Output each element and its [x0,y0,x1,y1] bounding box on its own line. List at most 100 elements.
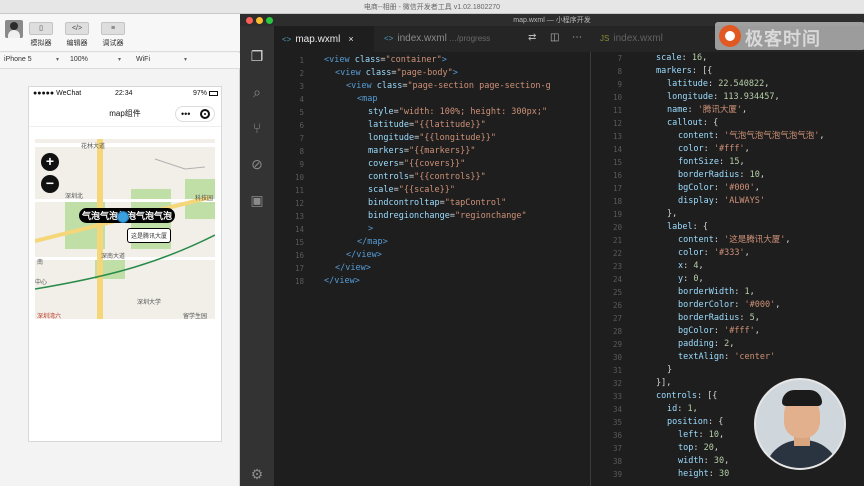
code-line[interactable]: controls="{{controls}}" [368,171,486,184]
debug-icon[interactable]: ⊘ [249,156,265,172]
line-number: 13 [612,132,622,141]
code-line[interactable]: textAlign: 'center' [678,351,775,364]
code-line[interactable]: <view class="page-section page-section-g [346,80,551,93]
battery-level: 97% [192,90,207,97]
code-line[interactable]: top: 20, [678,442,719,455]
files-icon[interactable]: ❐ [249,48,265,64]
code-line[interactable]: name: '腾讯大厦', [667,104,747,117]
zoom-in-button[interactable]: + [41,153,59,171]
code-line[interactable]: color: '#333', [678,247,750,260]
line-number: 11 [612,106,622,115]
map-place: 深圳大学 [137,300,162,306]
code-line[interactable]: }], [656,377,671,390]
code-line[interactable]: latitude: 22.540822, [667,78,769,91]
more-icon[interactable]: ⋯ [572,32,582,43]
code-line[interactable]: </map> [357,236,388,249]
code-line[interactable]: bgColor: '#fff', [678,325,760,338]
gear-icon[interactable]: ⚙ [249,466,265,482]
code-line[interactable]: longitude="{{longitude}}" [368,132,496,145]
code-line[interactable]: padding: 2, [678,338,734,351]
source-control-icon[interactable]: ⑂ [249,120,265,136]
code-line[interactable]: > [368,223,373,236]
code-line[interactable]: borderRadius: 10, [678,169,765,182]
code-line[interactable]: content: '这是腾讯大厦', [678,234,790,247]
code-line[interactable]: </view> [324,275,360,288]
line-number: 20 [612,223,622,232]
close-icon[interactable] [200,109,210,119]
tab-index-wxml[interactable]: <> index.wxml …/progress [376,26,526,52]
code-line[interactable]: </view> [346,249,382,262]
code-line[interactable]: <view class="container"> [324,54,447,67]
code-line[interactable]: scale: 16, [656,52,707,65]
network-select[interactable]: WiFi ▾ [136,56,187,63]
avatar[interactable] [5,20,23,38]
map-place: 花林大道 [81,144,106,150]
code-line[interactable]: height: 30 [678,468,729,481]
debugger-button[interactable]: ≡ 调试器 [98,22,128,48]
code-line[interactable]: content: '气泡气泡气泡气泡气泡', [678,130,824,143]
code-line[interactable]: position: { [667,416,723,429]
code-line[interactable]: markers="{{markers}}" [368,145,475,158]
code-line[interactable]: <view class="page-body"> [335,67,458,80]
more-icon[interactable]: ••• [181,109,190,119]
code-line[interactable]: x: 4, [678,260,704,273]
code-line[interactable]: covers="{{covers}}" [368,158,465,171]
code-line[interactable]: borderWidth: 1, [678,286,755,299]
code-line[interactable]: scale="{{scale}}" [368,184,455,197]
line-number: 9 [617,80,622,89]
line-number: 33 [612,392,622,401]
tab-path: …/progress [448,34,491,43]
code-line[interactable]: borderRadius: 5, [678,312,760,325]
line-number: 21 [612,236,622,245]
zoom-select-value: 100% [70,56,88,63]
search-icon[interactable]: ⌕ [249,84,265,100]
split-editor-icon[interactable]: ◫ [550,32,559,43]
code-line[interactable]: fontSize: 15, [678,156,745,169]
code-line[interactable]: width: 30, [678,455,729,468]
map-place: 科技园 [195,196,214,202]
simulator-button[interactable]: ▯ 模拟器 [26,22,56,48]
marker-label[interactable]: 这是腾讯大厦 [127,228,172,243]
extensions-icon[interactable]: ▣ [249,192,265,208]
code-line[interactable]: markers: [{ [656,65,712,78]
code-line[interactable]: borderColor: '#000', [678,299,780,312]
code-line[interactable]: label: { [667,221,708,234]
line-number: 12 [294,199,304,208]
map-view[interactable]: 花林大道 深圳北 深南大道 中心 深圳大学 深圳湾六 留学生园 科技园 南 + … [35,139,215,319]
map-marker-icon[interactable] [117,211,129,223]
code-line[interactable]: bindcontroltap="tapControl" [368,197,506,210]
editor-button[interactable]: </> 编辑器 [62,22,92,48]
zoom-out-button[interactable]: − [41,175,59,193]
line-number: 30 [612,353,622,362]
code-line[interactable]: longitude: 113.934457, [667,91,780,104]
line-number: 8 [617,67,622,76]
code-line[interactable]: latitude="{{latitude}}" [368,119,486,132]
compare-icon[interactable]: ⇄ [528,32,536,43]
line-number: 29 [612,340,622,349]
code-line[interactable]: y: 0, [678,273,704,286]
zoom-select[interactable]: 100% ▾ [70,56,121,63]
nav-title: map组件 [109,109,141,118]
code-line[interactable]: display: 'ALWAYS' [678,195,765,208]
code-line[interactable]: id: 1, [667,403,698,416]
code-line[interactable]: bindregionchange="regionchange" [368,210,527,223]
screen: 电商--相册 - 微信开发者工具 v1.02.1802270 ▯ 模拟器 </>… [0,0,864,486]
code-line[interactable]: controls: [{ [656,390,717,403]
device-select[interactable]: iPhone 5 ▾ [4,56,59,63]
tab-index-js[interactable]: JS index.wxml [592,26,712,52]
code-line[interactable]: style="width: 100%; height: 300px;" [368,106,547,119]
close-icon[interactable]: × [348,34,353,44]
miniprogram-capsule[interactable]: ••• [175,106,215,122]
code-line[interactable]: <map [357,93,377,106]
code-line[interactable]: callout: { [667,117,718,130]
code-line[interactable]: } [667,364,672,377]
code-line[interactable]: }, [667,208,677,221]
code-line[interactable]: left: 10, [678,429,724,442]
tab-map-wxml[interactable]: <> map.wxml × [274,26,374,52]
code-line[interactable]: bgColor: '#000', [678,182,760,195]
chevron-down-icon: ▾ [118,57,122,63]
editor-pane-left[interactable]: 1 <view class="container"> 2 <view class="p… [274,52,591,486]
code-line[interactable]: </view> [335,262,371,275]
code-line[interactable]: color: '#fff', [678,143,750,156]
line-number: 17 [294,264,304,273]
